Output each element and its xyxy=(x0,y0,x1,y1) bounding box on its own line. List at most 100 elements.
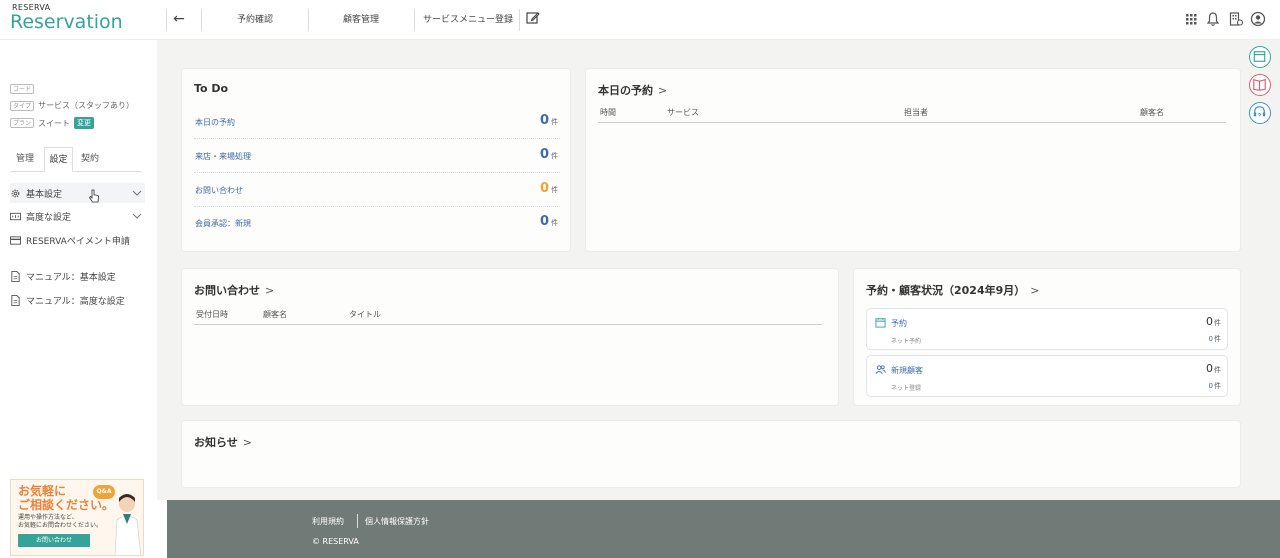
todo-label: 来店・来場処理 xyxy=(195,152,251,161)
column-header: タイトル xyxy=(349,310,381,319)
support-person-illustration xyxy=(114,494,142,555)
footer: 利用規約 個人情報保護方針 © RESERVA xyxy=(167,500,1280,558)
back-arrow-icon[interactable]: ← xyxy=(170,9,188,29)
bell-icon[interactable] xyxy=(1205,11,1221,27)
stat-reservations[interactable]: 予約 ネット予約 0件 0件 xyxy=(866,308,1228,350)
column-header: 時間 xyxy=(600,108,616,117)
stat-sub-label: ネット登録 xyxy=(891,385,922,392)
column-header: 顧客名 xyxy=(263,310,287,319)
gear-icon xyxy=(11,189,20,197)
banner-subtitle: 運用や操作方法など、 お気軽にお問合わせください。 xyxy=(18,514,103,529)
todo-count: 0件 xyxy=(539,214,558,229)
contact-banner[interactable]: お気軽に ご相談ください。 Q&A 運用や操作方法など、 お気軽にお問合わせくだ… xyxy=(10,479,144,556)
header-divider xyxy=(414,9,415,31)
user-account-icon[interactable] xyxy=(1250,11,1266,27)
stat-value: 0件 xyxy=(1206,362,1221,375)
chevron-right-icon: > xyxy=(1030,284,1040,297)
logo[interactable]: Reservation xyxy=(10,11,123,33)
stat-label: 予約 xyxy=(891,319,907,328)
payment-card-icon xyxy=(10,235,21,245)
type-value: サービス（スタッフあり） xyxy=(38,101,135,110)
footer-privacy-link[interactable]: 個人情報保護方針 xyxy=(365,516,429,527)
manual-book-icon[interactable] xyxy=(1249,74,1271,96)
type-tag: タイプ xyxy=(10,100,35,111)
status-card: 予約・顧客状況（2024年9月） > 予約 ネット予約 0件 0件 新規顧客 ネッ… xyxy=(853,268,1241,406)
nav-customer-management[interactable]: 顧客管理 xyxy=(343,12,379,25)
top-header: RESERVA Reservation ← 予約確認 顧客管理 サービスメニュー… xyxy=(0,0,1280,40)
sidebar-item-payment-application[interactable]: RESERVAペイメント申請 xyxy=(10,230,145,250)
sidebar-item-basic-settings[interactable]: 基本設定 xyxy=(10,183,145,203)
chevron-down-icon[interactable] xyxy=(131,210,143,222)
todo-row-visit-processing[interactable]: 来店・来場処理 0件 xyxy=(194,140,560,173)
tab-manage[interactable]: 管理 xyxy=(10,147,40,172)
edit-icon[interactable] xyxy=(526,11,540,25)
status-title[interactable]: 予約・顧客状況（2024年9月） > xyxy=(866,282,1040,298)
sidebar: コード タイプ サービス（スタッフあり） プラン スイート 変更 管理 設定 契… xyxy=(0,40,157,558)
document-icon xyxy=(11,294,20,306)
inquiries-title[interactable]: お問い合わせ > xyxy=(194,282,274,298)
plan-value: スイート xyxy=(38,118,71,128)
document-icon xyxy=(11,270,20,282)
plan-row: プラン スイート 変更 xyxy=(10,117,95,129)
today-reservations-title[interactable]: 本日の予約 > xyxy=(598,82,667,98)
news-title[interactable]: お知らせ > xyxy=(194,434,252,450)
column-header: 受付日時 xyxy=(196,310,228,319)
today-table-header: 時間 サービス 担当者 顧客名 xyxy=(598,107,1226,123)
shop-type-row: タイプ サービス（スタッフあり） xyxy=(10,100,134,111)
hand-cursor-icon xyxy=(88,189,99,203)
chevron-right-icon: > xyxy=(242,436,252,449)
todo-row-member-approval[interactable]: 会員承認：新規 0件 xyxy=(194,207,560,240)
support-headset-icon[interactable] xyxy=(1249,102,1271,124)
todo-label: 本日の予約 xyxy=(195,118,235,127)
sidebar-item-label: マニュアル：高度な設定 xyxy=(26,296,125,307)
main-content: To Do 本日の予約 0件 来店・来場処理 0件 お問い合わせ 0件 会員承認… xyxy=(157,40,1280,500)
shop-code-row: コード xyxy=(10,84,38,94)
todo-row-today-reservations[interactable]: 本日の予約 0件 xyxy=(194,106,560,139)
banner-contact-button[interactable]: お問い合わせ xyxy=(18,534,90,547)
sidebar-item-label: RESERVAペイメント申請 xyxy=(26,236,130,247)
footer-divider xyxy=(357,514,358,528)
header-divider xyxy=(308,9,309,31)
chevron-down-icon[interactable] xyxy=(131,187,143,199)
floating-window-icon[interactable] xyxy=(1249,46,1271,68)
column-header: 顧客名 xyxy=(1140,108,1164,117)
todo-title: To Do xyxy=(194,82,229,95)
nav-reservation-check[interactable]: 予約確認 xyxy=(237,12,273,25)
stat-sub-label: ネット予約 xyxy=(891,338,922,345)
code-tag: コード xyxy=(10,84,35,94)
todo-count: 0件 xyxy=(539,181,558,196)
sidebar-item-manual-advanced[interactable]: マニュアル：高度な設定 xyxy=(10,290,145,310)
todo-label: お問い合わせ xyxy=(195,186,243,195)
sidebar-item-manual-basic[interactable]: マニュアル：基本設定 xyxy=(10,266,145,286)
change-plan-button[interactable]: 変更 xyxy=(74,117,95,129)
header-divider xyxy=(166,9,167,31)
tab-contract[interactable]: 契約 xyxy=(75,147,105,172)
stat-value: 0件 xyxy=(1206,315,1221,328)
chevron-right-icon: > xyxy=(658,84,668,97)
building-icon[interactable] xyxy=(1228,11,1244,27)
todo-count: 0件 xyxy=(539,147,558,162)
stat-label: 新規顧客 xyxy=(891,366,923,375)
inquiry-table-header: 受付日時 顧客名 タイトル xyxy=(194,309,822,325)
sidebar-item-label: 高度な設定 xyxy=(26,212,72,223)
header-divider xyxy=(519,9,520,31)
todo-row-inquiries[interactable]: お問い合わせ 0件 xyxy=(194,174,560,207)
news-card: お知らせ > xyxy=(181,420,1241,488)
sidebar-item-label: マニュアル：基本設定 xyxy=(26,272,116,283)
sidebar-item-advanced-settings[interactable]: 高度な設定 xyxy=(10,206,145,226)
column-header: サービス xyxy=(667,108,699,117)
stat-new-customers[interactable]: 新規顧客 ネット登録 0件 0件 xyxy=(866,355,1228,397)
grid-menu-icon[interactable] xyxy=(1183,11,1199,27)
sidebar-tabs: 管理 設定 契約 xyxy=(10,147,142,172)
footer-terms-link[interactable]: 利用規約 xyxy=(312,516,344,527)
calendar-icon xyxy=(875,317,886,328)
todo-count: 0件 xyxy=(539,113,558,128)
stat-sub-value: 0件 xyxy=(1208,335,1221,343)
todo-card: To Do 本日の予約 0件 来店・来場処理 0件 お問い合わせ 0件 会員承認… xyxy=(181,68,571,252)
stat-sub-value: 0件 xyxy=(1208,382,1221,390)
today-reservations-card: 本日の予約 > 時間 サービス 担当者 顧客名 xyxy=(585,68,1241,252)
nav-service-menu-register[interactable]: サービスメニュー登録 xyxy=(423,12,513,25)
column-header: 担当者 xyxy=(904,108,928,117)
tab-settings[interactable]: 設定 xyxy=(44,147,73,172)
users-icon xyxy=(875,365,886,374)
